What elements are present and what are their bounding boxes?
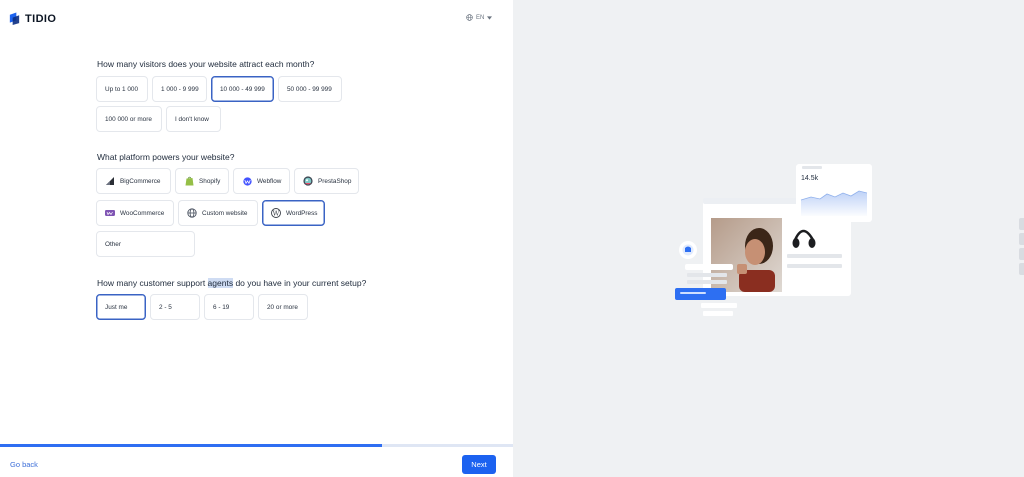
agents-question-text: How many customer support	[97, 278, 208, 288]
language-selector[interactable]: EN	[466, 14, 493, 21]
wordpress-icon: W	[271, 208, 281, 218]
platform-option-bigcommerce[interactable]: BigCommerce	[96, 168, 171, 194]
option-label: Other	[105, 240, 121, 248]
visitors-option-100000-or-more[interactable]: 100 000 or more	[96, 106, 162, 132]
agents-option-6-19[interactable]: 6 - 19	[204, 294, 254, 320]
option-label: 2 - 5	[159, 303, 172, 311]
agents-option-20-or-more[interactable]: 20 or more	[258, 294, 308, 320]
option-label: 20 or more	[267, 303, 298, 311]
dashboard-illustration: 14.5k	[675, 164, 872, 316]
next-button[interactable]: Next	[462, 455, 496, 474]
side-tab[interactable]	[1019, 218, 1024, 230]
go-back-link[interactable]: Go back	[10, 460, 38, 469]
visitors-option-up-to-1000[interactable]: Up to 1 000	[96, 76, 148, 102]
globe-icon	[466, 14, 473, 21]
side-tab[interactable]	[1019, 263, 1024, 275]
agents-question-highlight: agents	[207, 278, 234, 288]
globe-icon	[187, 208, 197, 218]
option-label: WooCommerce	[120, 209, 165, 217]
option-label: Just me	[105, 303, 128, 311]
option-label: 10 000 - 49 999	[220, 85, 265, 93]
language-code: EN	[476, 14, 485, 21]
platform-question: What platform powers your website?	[97, 152, 235, 162]
visitors-option-10000-49999[interactable]: 10 000 - 49 999	[211, 76, 274, 102]
platform-option-shopify[interactable]: Shopify	[175, 168, 229, 194]
side-tab[interactable]	[1019, 233, 1024, 245]
option-label: Webflow	[257, 177, 282, 185]
option-label: 6 - 19	[213, 303, 230, 311]
side-tab[interactable]	[1019, 248, 1024, 260]
platform-option-wordpress[interactable]: W WordPress	[262, 200, 325, 226]
platform-option-prestashop[interactable]: PrestaShop	[294, 168, 359, 194]
bigcommerce-icon	[105, 176, 115, 186]
option-label: Shopify	[199, 177, 221, 185]
webflow-icon	[242, 176, 252, 186]
platform-option-custom-website[interactable]: Custom website	[178, 200, 258, 226]
platform-option-webflow[interactable]: Webflow	[233, 168, 290, 194]
prestashop-icon	[303, 176, 313, 186]
option-label: Up to 1 000	[105, 85, 139, 93]
agents-option-just-me[interactable]: Just me	[96, 294, 146, 320]
logo: TIDIO	[8, 12, 56, 25]
agents-question-text-end: do you have in your current setup?	[233, 278, 367, 288]
progress-bar-fill	[0, 444, 383, 447]
agents-question: How many customer support agents do you …	[97, 278, 366, 288]
stat-value: 14.5k	[801, 175, 819, 182]
form-panel: TIDIO EN How many visitors does your web…	[0, 0, 513, 477]
svg-text:W: W	[273, 209, 280, 217]
option-label: Custom website	[202, 209, 248, 217]
progress-bar	[0, 444, 513, 447]
option-label: 100 000 or more	[105, 115, 152, 123]
option-label: 50 000 - 99 999	[287, 85, 332, 93]
platform-option-woocommerce[interactable]: WooCommerce	[96, 200, 174, 226]
visitors-option-50000-99999[interactable]: 50 000 - 99 999	[278, 76, 342, 102]
option-label: I don't know	[175, 115, 209, 123]
visitors-question: How many visitors does your website attr…	[97, 59, 315, 69]
option-label: BigCommerce	[120, 177, 161, 185]
option-label: 1 000 - 9 999	[161, 85, 199, 93]
woocommerce-icon	[105, 208, 115, 218]
platform-option-other[interactable]: Other	[96, 231, 195, 257]
visitors-option-1000-9999[interactable]: 1 000 - 9 999	[152, 76, 207, 102]
tidio-logo-icon	[9, 12, 20, 25]
shopify-icon	[184, 176, 194, 186]
option-label: PrestaShop	[318, 177, 352, 185]
agents-option-2-5[interactable]: 2 - 5	[150, 294, 200, 320]
option-label: WordPress	[286, 209, 318, 217]
visitors-option-dont-know[interactable]: I don't know	[166, 106, 221, 132]
brand-name: TIDIO	[25, 12, 57, 25]
chevron-down-icon	[487, 15, 493, 20]
